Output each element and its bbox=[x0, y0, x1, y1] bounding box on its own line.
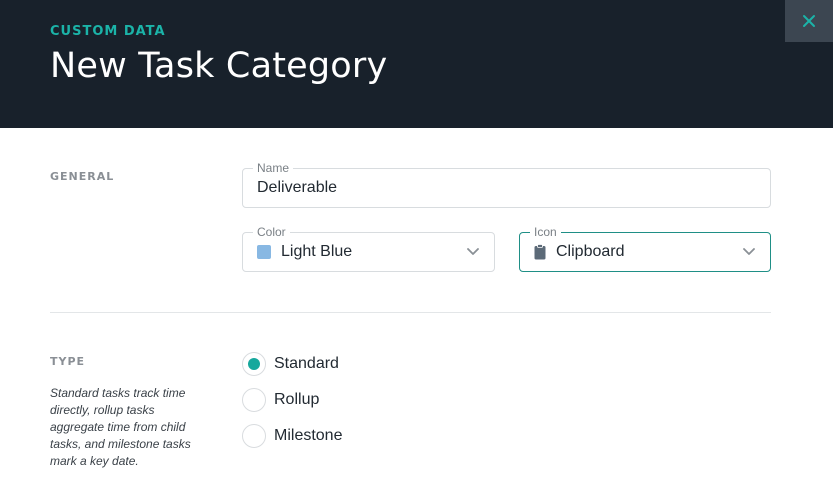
page-title: New Task Category bbox=[50, 46, 388, 86]
clipboard-icon bbox=[534, 244, 546, 260]
color-select-value: Light Blue bbox=[257, 233, 352, 271]
close-button[interactable] bbox=[785, 0, 833, 42]
icon-select[interactable]: Icon Clipboard bbox=[519, 225, 771, 272]
chevron-down-icon bbox=[467, 248, 479, 255]
color-select[interactable]: Color Light Blue bbox=[242, 225, 495, 272]
radio-button[interactable] bbox=[242, 388, 266, 412]
radio-button[interactable] bbox=[242, 352, 266, 376]
name-field[interactable]: Name Deliverable bbox=[242, 161, 771, 208]
radio-option-standard[interactable]: Standard bbox=[242, 352, 339, 376]
radio-option-rollup[interactable]: Rollup bbox=[242, 388, 319, 412]
icon-select-text: Clipboard bbox=[556, 243, 625, 260]
radio-label: Rollup bbox=[274, 391, 320, 408]
chevron-down-icon bbox=[743, 248, 755, 255]
color-select-text: Light Blue bbox=[281, 243, 353, 260]
radio-option-milestone[interactable]: Milestone bbox=[242, 424, 342, 448]
close-icon bbox=[803, 15, 815, 27]
header-eyebrow: CUSTOM DATA bbox=[50, 24, 166, 39]
modal-header: CUSTOM DATA New Task Category bbox=[0, 0, 833, 128]
radio-selected-dot bbox=[248, 358, 260, 370]
radio-button[interactable] bbox=[242, 424, 266, 448]
color-swatch bbox=[257, 245, 271, 259]
section-label-general: GENERAL bbox=[50, 170, 115, 183]
radio-label: Milestone bbox=[274, 427, 343, 444]
icon-select-value: Clipboard bbox=[534, 233, 624, 271]
type-description: Standard tasks track time directly, roll… bbox=[50, 386, 191, 468]
section-divider bbox=[50, 312, 771, 313]
section-label-type: TYPE bbox=[50, 355, 86, 368]
radio-label: Standard bbox=[274, 355, 339, 372]
name-field-value: Deliverable bbox=[257, 179, 338, 196]
